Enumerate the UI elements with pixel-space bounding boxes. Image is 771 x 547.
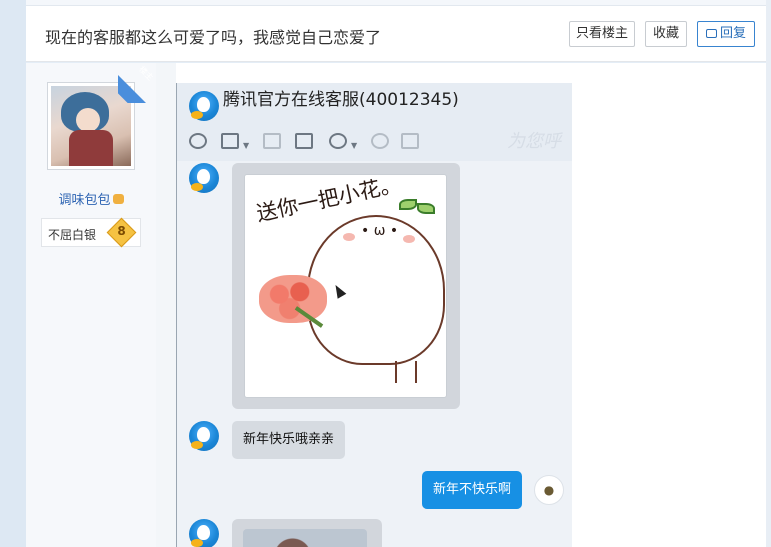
- video-icon: [401, 133, 419, 149]
- louzhu-corner-badge: 楼主: [118, 63, 158, 103]
- reply-button[interactable]: 回复: [697, 21, 755, 47]
- leaf-icon: [417, 203, 435, 214]
- cheek-mark: [403, 235, 415, 243]
- phone-icon: [371, 133, 389, 149]
- message-bubble-self: 新年不快乐啊: [422, 471, 523, 509]
- sticker-legs: [395, 361, 417, 383]
- avatar-face: [76, 108, 100, 132]
- self-avatar-icon: ●: [534, 475, 564, 505]
- username-text: 调味包包: [58, 193, 111, 208]
- author-username[interactable]: 调味包包: [26, 189, 156, 208]
- left-rail: [0, 0, 26, 547]
- flower-sticker: 送你一把小花。 • ω •: [244, 174, 447, 398]
- tiger-icon: [112, 194, 124, 204]
- message-bubble: 新年快乐哦亲亲: [232, 421, 346, 459]
- add-contact-icon[interactable]: [189, 133, 207, 149]
- favorite-button[interactable]: 收藏: [645, 21, 687, 47]
- content-gap: [156, 63, 176, 547]
- flower-bouquet: [259, 275, 327, 323]
- level-box[interactable]: 不屈白银 8: [41, 217, 141, 248]
- shield-icon[interactable]: [329, 133, 347, 149]
- message-bubble-image: [232, 519, 382, 547]
- qq-penguin-icon: [189, 519, 219, 547]
- thread-header: 现在的客服都这么可爱了吗，我感觉自己恋爱了 只看楼主 收藏 回复: [26, 6, 766, 62]
- chevron-down-icon[interactable]: ▼: [243, 141, 249, 150]
- qq-penguin-icon: [189, 421, 219, 451]
- avatar-body: [69, 130, 113, 166]
- louzhu-text: 楼主: [137, 64, 155, 83]
- qq-penguin-icon: [189, 91, 219, 121]
- reply-icon: [705, 29, 717, 38]
- screen-share-icon: [263, 133, 281, 149]
- message-image: [243, 529, 367, 547]
- transfer-icon[interactable]: [221, 133, 239, 149]
- watermark-text: 为您呼: [507, 131, 561, 152]
- thread-title: 现在的客服都这么可爱了吗，我感觉自己恋爱了: [45, 28, 382, 47]
- message-bubble-image: 送你一把小花。 • ω •: [232, 163, 460, 409]
- chevron-down-icon[interactable]: ▼: [351, 141, 357, 150]
- qq-window-title: 腾讯官方在线客服(40012345): [223, 90, 459, 110]
- cheek-mark: [343, 233, 355, 241]
- right-edge: [766, 0, 771, 547]
- qq-window-header: 腾讯官方在线客服(40012345) 为您呼 ▼ ▼: [177, 83, 572, 161]
- leaf-icon: [399, 199, 417, 210]
- qq-chat-screenshot: 腾讯官方在线客服(40012345) 为您呼 ▼ ▼ 送你一把小花。 • ω •…: [176, 83, 572, 547]
- author-sidebar: 楼主 调味包包 不屈白银 8: [26, 63, 158, 547]
- level-title: 不屈白银: [48, 228, 97, 242]
- sticker-face: • ω •: [361, 223, 399, 239]
- only-op-button[interactable]: 只看楼主: [569, 21, 635, 47]
- reply-button-label: 回复: [719, 26, 746, 41]
- level-number: 8: [117, 224, 126, 238]
- post-body: 楼主 调味包包 不屈白银 8 腾讯官方在线客服(40012345) 为您呼 ▼ …: [26, 63, 766, 547]
- qq-penguin-icon: [189, 163, 219, 193]
- right-blank-area: [572, 63, 766, 547]
- chat-message-area: 送你一把小花。 • ω • 新年快乐哦亲亲 新年不快乐啊 ●: [177, 161, 572, 547]
- document-icon[interactable]: [295, 133, 313, 149]
